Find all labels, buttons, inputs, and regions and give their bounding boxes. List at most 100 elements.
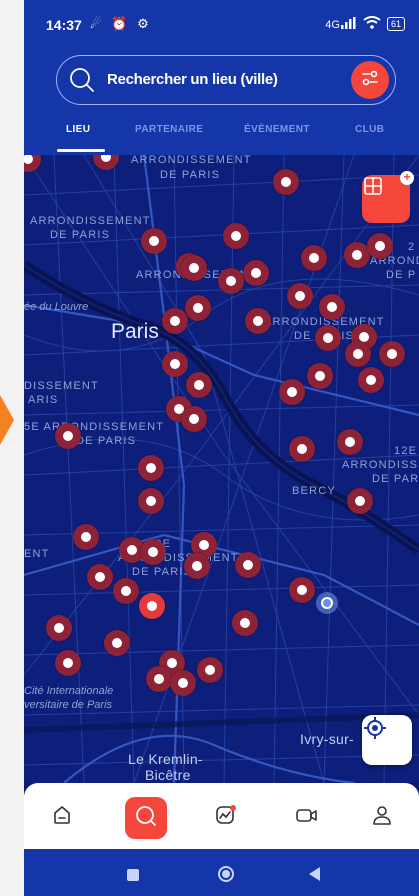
map-pin[interactable] (218, 268, 244, 294)
map-pin[interactable] (146, 666, 172, 692)
map-pin[interactable] (235, 552, 261, 578)
map-pin[interactable] (55, 423, 81, 449)
map-pin[interactable] (289, 577, 315, 603)
map-label: BERCY (292, 485, 336, 497)
search-input[interactable]: Rechercher un lieu (ville) (107, 71, 278, 88)
map-pin[interactable] (279, 379, 305, 405)
map-pin[interactable] (185, 295, 211, 321)
locate-me-button[interactable] (362, 715, 412, 765)
map-pin[interactable] (347, 488, 373, 514)
nav-activity[interactable] (210, 801, 242, 833)
map-label: ARRONDISS (342, 459, 419, 471)
map-pin[interactable] (46, 615, 72, 641)
map-pin[interactable] (181, 406, 207, 432)
map-label: ARRONDISSEMENT (30, 215, 151, 227)
add-badge-icon: + (400, 171, 414, 185)
map-pin[interactable] (315, 325, 341, 351)
map-pin[interactable] (140, 539, 166, 565)
map-pin[interactable] (138, 488, 164, 514)
user-location-marker (316, 592, 338, 614)
filter-button[interactable] (351, 61, 389, 99)
map-label: DE PARIS (160, 169, 221, 181)
search-icon (67, 65, 97, 95)
map-pin[interactable] (289, 436, 315, 462)
category-tabs: LIEU PARTENAIRE ÉVÈNEMENT CLUB (24, 118, 419, 155)
map-label: ée du Louvre (24, 301, 89, 313)
map-label: versitaire de Paris (24, 699, 113, 711)
map-pin[interactable] (162, 351, 188, 377)
map-pin[interactable] (181, 255, 207, 281)
search-bar[interactable]: Rechercher un lieu (ville) (56, 55, 396, 105)
map-label: Cité Internationale (24, 685, 114, 697)
nav-home[interactable] (46, 801, 78, 833)
map-label: ENT (24, 548, 50, 560)
tab-lieu[interactable]: LIEU (66, 124, 90, 135)
map-pin[interactable] (197, 657, 223, 683)
tab-club[interactable]: CLUB (355, 124, 384, 135)
map-pin[interactable] (87, 564, 113, 590)
map-view[interactable]: ARRONDISSEMENT DE PARIS ARRONDISSEMENT D… (24, 155, 419, 783)
map-pin[interactable] (138, 455, 164, 481)
map-label: DE PARIS (132, 566, 193, 578)
map-pin[interactable] (367, 233, 393, 259)
map-pin[interactable] (73, 524, 99, 550)
map-pin[interactable] (301, 245, 327, 271)
map-label: ARIS (28, 394, 59, 406)
map-pin[interactable] (273, 169, 299, 195)
status-bar: 14:37 ☄ ⏰ ⚙ 4G 61 (24, 0, 419, 48)
activity-icon (214, 803, 238, 832)
map-pin[interactable] (141, 228, 167, 254)
recents-icon[interactable] (127, 868, 139, 886)
map-label: Bicêtre (145, 767, 191, 783)
bottom-navigation (24, 783, 419, 849)
map-label: 12E (394, 445, 418, 457)
map-pin[interactable] (245, 308, 271, 334)
screen: 14:37 ☄ ⏰ ⚙ 4G 61 Rechercher un lieu (vi… (0, 0, 419, 896)
nav-profile[interactable] (366, 801, 398, 833)
map-pin[interactable] (139, 593, 165, 619)
tab-evenement[interactable]: ÉVÈNEMENT (244, 124, 310, 135)
map-pin[interactable] (162, 308, 188, 334)
phone-screen: 14:37 ☄ ⏰ ⚙ 4G 61 Rechercher un lieu (vi… (24, 0, 419, 896)
map-pin[interactable] (113, 578, 139, 604)
map-pin[interactable] (104, 630, 130, 656)
map-pin[interactable] (55, 650, 81, 676)
map-pin[interactable] (232, 610, 258, 636)
map-label: 5E ARRONDISSEMENT (24, 421, 165, 433)
map-pin[interactable] (186, 372, 212, 398)
map-label: DE PARIS (76, 435, 137, 447)
wifi-icon (363, 16, 381, 32)
status-time: 14:37 (46, 17, 82, 33)
network-indicator: 4G (325, 17, 357, 31)
nav-video[interactable] (291, 801, 323, 833)
video-icon (295, 804, 319, 831)
map-pin[interactable] (319, 294, 345, 320)
map-label: ARRONDISSEMENT (131, 155, 252, 166)
map-pin[interactable] (358, 367, 384, 393)
map-label: DE P (386, 269, 417, 281)
home-circle-icon[interactable] (217, 865, 235, 888)
battery-indicator: 61 (386, 17, 405, 31)
status-right: 4G 61 (325, 16, 405, 32)
back-triangle-icon[interactable] (309, 867, 321, 886)
map-pin[interactable] (170, 670, 196, 696)
profile-icon (371, 804, 393, 831)
map-pin[interactable] (287, 283, 313, 309)
map-pin[interactable] (307, 363, 333, 389)
map-city-label: Paris (111, 320, 159, 343)
map-label: DE PAR (372, 473, 419, 485)
notification-icons: ☄ ⏰ ⚙ (90, 16, 152, 31)
map-pin[interactable] (379, 341, 405, 367)
tab-partenaire[interactable]: PARTENAIRE (135, 124, 203, 135)
map-pin[interactable] (223, 223, 249, 249)
layers-button[interactable]: + (362, 171, 414, 223)
map-pin[interactable] (345, 341, 371, 367)
map-pin[interactable] (184, 553, 210, 579)
active-tab-indicator (57, 149, 105, 152)
nav-search[interactable] (125, 797, 167, 839)
map-pin[interactable] (243, 260, 269, 286)
map-label: DE PARIS (50, 229, 111, 241)
map-pin[interactable] (337, 429, 363, 455)
map-label: Le Kremlin- (128, 751, 203, 767)
app-header: 14:37 ☄ ⏰ ⚙ 4G 61 Rechercher un lieu (vi… (24, 0, 419, 155)
